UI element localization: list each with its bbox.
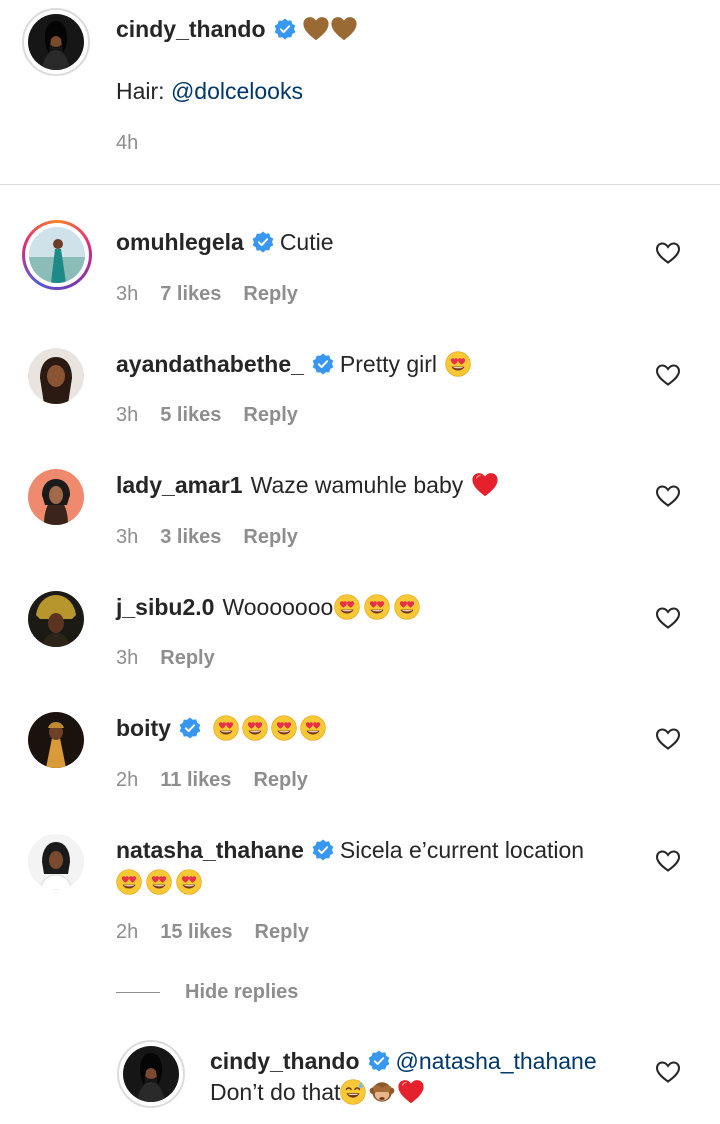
comment-meta: 2h 15 likes Reply: [116, 919, 309, 945]
comment-text: omuhlegela Cutie: [116, 227, 334, 257]
hide-replies[interactable]: Hide replies: [116, 979, 298, 1005]
username[interactable]: cindy_thando: [116, 16, 266, 43]
comment-meta: 3h 3 likes Reply: [116, 524, 298, 550]
hide-replies-line: [116, 991, 160, 993]
username[interactable]: omuhlegela: [116, 229, 244, 256]
comment-meta: 2h 11 likes Reply: [116, 767, 308, 793]
caption-prefix: Hair:: [116, 77, 171, 104]
timestamp: 2h: [116, 768, 139, 791]
verified-badge-icon: [312, 839, 334, 861]
verified-badge-icon: [252, 231, 274, 253]
comment-text: ayandathabethe_ Pretty girl: [116, 349, 471, 379]
caption-header: cindy_thando: [116, 14, 358, 44]
username[interactable]: natasha_thahane: [116, 837, 304, 864]
heart-eyes-emoji-icon: [213, 715, 239, 741]
comment-meta: 3h 7 likes Reply: [116, 281, 298, 307]
heart-eyes-emoji-icon: [364, 594, 390, 620]
comment-meta: 3h 5 likes Reply: [116, 402, 298, 428]
comment-body: Cutie: [279, 228, 334, 255]
username[interactable]: j_sibu2.0: [116, 594, 214, 621]
timestamp: 4h: [116, 131, 139, 154]
reply-text: cindy_thando @natasha_thahane: [210, 1046, 597, 1076]
heart-eyes-emoji-icon: [394, 594, 420, 620]
like-heart-outline-icon[interactable]: [655, 849, 681, 873]
username[interactable]: cindy_thando: [210, 1048, 360, 1075]
username[interactable]: lady_amar1: [116, 472, 243, 499]
timestamp: 3h: [116, 646, 139, 669]
avatar[interactable]: [28, 712, 84, 768]
timestamp: 3h: [116, 525, 139, 548]
verified-badge-icon: [368, 1050, 390, 1072]
brown-heart-icon: [302, 15, 330, 43]
like-heart-outline-icon[interactable]: [655, 606, 681, 630]
likes-count[interactable]: 3 likes: [160, 526, 221, 549]
comment-meta: 3h Reply: [116, 645, 215, 671]
mention-link[interactable]: @dolcelooks: [171, 78, 303, 105]
avatar[interactable]: [28, 348, 84, 404]
like-heart-outline-icon[interactable]: [655, 484, 681, 508]
comment-body: Pretty girl: [339, 350, 438, 377]
caption-text: Hair: @dolcelooks: [116, 76, 303, 106]
hide-replies-button[interactable]: Hide replies: [185, 981, 298, 1004]
reply-button[interactable]: Reply: [243, 283, 297, 306]
verified-badge-icon: [274, 18, 296, 40]
like-heart-outline-icon[interactable]: [655, 241, 681, 265]
avatar[interactable]: [123, 1046, 179, 1102]
reply-button[interactable]: Reply: [253, 769, 307, 792]
heart-eyes-emoji-icon: [445, 351, 471, 377]
comment-text: natasha_thahane Sicela e’current locatio…: [116, 835, 584, 865]
divider: [0, 184, 720, 185]
comment-text-cont: [116, 867, 202, 897]
username[interactable]: boity: [116, 715, 171, 742]
likes-count[interactable]: 15 likes: [160, 921, 232, 944]
timestamp: 2h: [116, 920, 139, 943]
verified-badge-icon: [179, 717, 201, 739]
verified-badge-icon: [312, 353, 334, 375]
likes-count[interactable]: 11 likes: [160, 769, 231, 792]
avatar[interactable]: [28, 591, 84, 647]
comment-text: j_sibu2.0 Wooooooo: [116, 592, 420, 622]
comment-text: lady_amar1 Waze wamuhle baby: [116, 470, 499, 500]
comment-body: Don’t do that: [210, 1078, 341, 1105]
brown-heart-icon: [330, 15, 358, 43]
see-no-evil-monkey-emoji-icon: [369, 1079, 395, 1105]
timestamp: 3h: [116, 403, 139, 426]
comment-body: Waze wamuhle baby: [250, 471, 464, 498]
avatar[interactable]: [28, 14, 84, 70]
reply-button[interactable]: Reply: [255, 921, 309, 944]
heart-eyes-emoji-icon: [146, 869, 172, 895]
heart-eyes-emoji-icon: [300, 715, 326, 741]
red-heart-icon: [471, 471, 499, 499]
comment-body: Wooooooo: [222, 593, 334, 620]
heart-eyes-emoji-icon: [116, 869, 142, 895]
likes-count[interactable]: 5 likes: [160, 404, 221, 427]
username[interactable]: ayandathabethe_: [116, 351, 304, 378]
like-heart-outline-icon[interactable]: [655, 363, 681, 387]
comment-body: Sicela e’current location: [339, 836, 585, 863]
avatar[interactable]: [28, 834, 84, 890]
like-heart-outline-icon[interactable]: [655, 1060, 681, 1084]
mention-link[interactable]: @natasha_thahane: [396, 1048, 597, 1075]
caption-meta: 4h: [116, 130, 160, 156]
likes-count[interactable]: 7 likes: [160, 283, 221, 306]
reply-button[interactable]: Reply: [243, 526, 297, 549]
heart-eyes-emoji-icon: [271, 715, 297, 741]
comment-text: boity: [116, 713, 326, 743]
avatar[interactable]: [28, 469, 84, 525]
red-heart-icon: [397, 1078, 425, 1106]
reply-text-cont: Don’t do that: [210, 1077, 425, 1107]
reply-button[interactable]: Reply: [243, 404, 297, 427]
reply-button[interactable]: Reply: [160, 647, 214, 670]
heart-eyes-emoji-icon: [176, 869, 202, 895]
heart-eyes-emoji-icon: [242, 715, 268, 741]
sweat-smile-emoji-icon: [340, 1079, 366, 1105]
like-heart-outline-icon[interactable]: [655, 727, 681, 751]
avatar[interactable]: [29, 227, 85, 283]
heart-eyes-emoji-icon: [334, 594, 360, 620]
timestamp: 3h: [116, 282, 139, 305]
